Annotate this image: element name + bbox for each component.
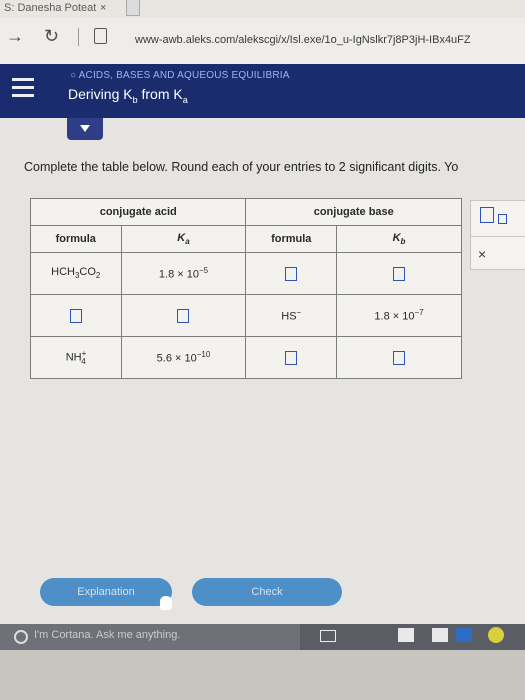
subtopic-title: Deriving Kb from Ka <box>68 86 188 105</box>
address-bar[interactable]: www-awb.aleks.com/alekscgi/x/Isl.exe/1o_… <box>135 34 471 46</box>
page-icon <box>94 28 107 44</box>
reload-icon[interactable]: ↻ <box>44 26 59 47</box>
kb-input-cell[interactable] <box>335 336 463 379</box>
cortana-placeholder[interactable]: I'm Cortana. Ask me anything. <box>34 629 180 641</box>
answer-input-box[interactable] <box>392 266 405 281</box>
answer-input-box[interactable] <box>392 350 405 365</box>
tab-close-icon[interactable]: × <box>100 0 106 16</box>
table-row: HCH3CO2 1.8 × 10−5 <box>30 252 463 295</box>
acid-formula-cell: HCH3CO2 <box>30 252 122 295</box>
task-view-icon[interactable] <box>320 630 336 642</box>
topic-title: ○ ACIDS, BASES AND AQUEOUS EQUILIBRIA <box>70 70 290 81</box>
collapse-chevron-icon[interactable] <box>67 118 103 140</box>
table-row: NH+4 5.6 × 10−10 <box>30 336 463 379</box>
group-header-acid: conjugate acid <box>29 198 247 226</box>
kb-input-cell[interactable] <box>335 252 463 295</box>
check-button[interactable]: Check <box>192 578 342 606</box>
answer-input-box[interactable] <box>285 350 298 365</box>
acid-formula-cell: NH+4 <box>30 336 122 379</box>
chrome-icon[interactable] <box>488 627 504 643</box>
col-header-kb: Kb <box>335 225 463 253</box>
answer-input-box[interactable] <box>177 308 190 323</box>
hand-cursor-icon <box>160 596 172 610</box>
address-fade <box>470 30 525 50</box>
superscript-box-icon[interactable] <box>480 207 494 223</box>
base-formula-input-cell[interactable] <box>245 336 337 379</box>
browser-tab-title[interactable]: S: Danesha Poteat <box>0 0 104 16</box>
file-explorer-icon[interactable] <box>398 628 414 642</box>
clear-icon[interactable]: × <box>478 246 486 262</box>
problem-instruction: Complete the table below. Round each of … <box>24 160 459 174</box>
store-icon[interactable] <box>432 628 448 642</box>
col-header-acid-formula: formula <box>30 225 122 253</box>
ka-value-cell: 5.6 × 10−10 <box>120 336 247 379</box>
new-tab-button[interactable] <box>126 0 140 16</box>
col-header-base-formula: formula <box>245 225 337 253</box>
explanation-button[interactable]: Explanation <box>40 578 172 606</box>
group-header-base: conjugate base <box>245 198 462 226</box>
nav-divider <box>78 28 79 46</box>
cortana-icon <box>14 630 28 644</box>
windows-store-icon[interactable] <box>456 628 472 642</box>
kb-ka-table: conjugate acid conjugate base formula Ka… <box>29 198 463 379</box>
kb-value-cell: 1.8 × 10−7 <box>335 294 463 337</box>
acid-formula-input-cell[interactable] <box>30 294 122 337</box>
table-row: HS− 1.8 × 10−7 <box>30 294 463 337</box>
base-formula-input-cell[interactable] <box>245 252 337 295</box>
ka-value-cell: 1.8 × 10−5 <box>120 252 247 295</box>
col-header-ka: Ka <box>120 225 247 253</box>
subscript-box-icon[interactable] <box>498 214 507 224</box>
tools-divider <box>470 236 525 237</box>
monitor-bezel <box>0 650 525 700</box>
answer-input-box[interactable] <box>69 308 82 323</box>
menu-icon[interactable] <box>12 78 34 102</box>
answer-input-box[interactable] <box>285 266 298 281</box>
forward-arrow-icon[interactable]: → <box>6 26 24 47</box>
ka-input-cell[interactable] <box>120 294 247 337</box>
base-formula-cell: HS− <box>245 294 337 337</box>
